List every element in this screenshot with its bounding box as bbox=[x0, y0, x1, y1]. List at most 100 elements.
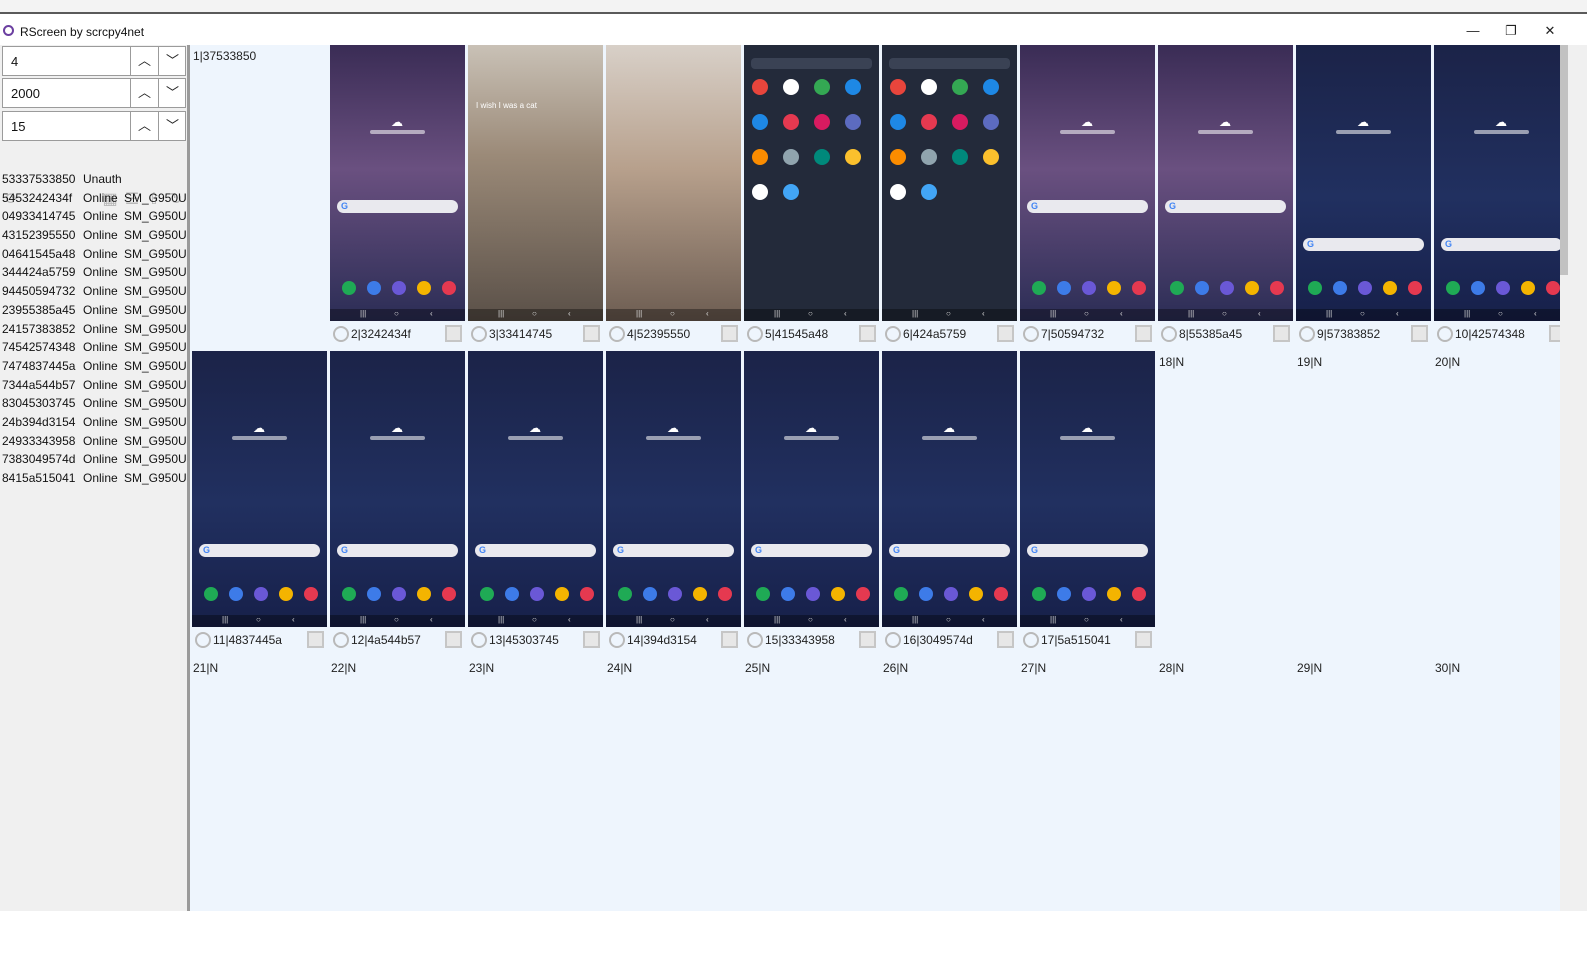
nav-button[interactable]: ‹ bbox=[1534, 309, 1537, 318]
device-cell[interactable]: 30|N bbox=[1433, 657, 1570, 963]
expand-icon[interactable] bbox=[997, 631, 1014, 648]
nav-button[interactable]: ||| bbox=[636, 309, 642, 318]
rotate-screen-icon[interactable] bbox=[747, 632, 763, 648]
app-icon[interactable] bbox=[783, 149, 799, 165]
app-icon[interactable] bbox=[417, 587, 431, 601]
app-icon[interactable] bbox=[1170, 281, 1184, 295]
nav-button[interactable]: ○ bbox=[946, 309, 951, 318]
rotate-screen-icon[interactable] bbox=[1161, 326, 1177, 342]
device-cell[interactable]: 29|N bbox=[1295, 657, 1432, 963]
device-row[interactable]: 04641545a48 Online SM_G950U bbox=[2, 246, 187, 265]
nav-button[interactable]: ||| bbox=[498, 309, 504, 318]
rotate-screen-icon[interactable] bbox=[333, 326, 349, 342]
nav-button[interactable]: ||| bbox=[360, 309, 366, 318]
nav-button[interactable]: ‹ bbox=[1120, 615, 1123, 624]
device-row[interactable]: 344424a5759 Online SM_G950U bbox=[2, 264, 187, 283]
app-icon[interactable] bbox=[752, 114, 768, 130]
spinbox-1-value[interactable]: 4 bbox=[11, 54, 18, 69]
app-icon[interactable] bbox=[342, 281, 356, 295]
device-cell[interactable]: ☁ G ||| ○ ‹ 15|33343958 bbox=[743, 351, 880, 657]
device-cell[interactable]: 20|N bbox=[1433, 351, 1570, 657]
app-icon[interactable] bbox=[983, 79, 999, 95]
device-row[interactable]: 24933343958 Online SM_G950U bbox=[2, 433, 187, 452]
device-row[interactable]: 94450594732 Online SM_G950U bbox=[2, 283, 187, 302]
app-icon[interactable] bbox=[1471, 281, 1485, 295]
nav-button[interactable]: ||| bbox=[1050, 615, 1056, 624]
device-screen[interactable]: ☁ G ||| ○ ‹ bbox=[882, 351, 1017, 627]
rotate-screen-icon[interactable] bbox=[471, 632, 487, 648]
nav-button[interactable]: ○ bbox=[394, 309, 399, 318]
device-screen[interactable]: ☁ G ||| ○ ‹ bbox=[1434, 45, 1569, 321]
rotate-screen-icon[interactable] bbox=[1437, 326, 1453, 342]
device-cell[interactable]: ||| ○ ‹ 5|41545a48 bbox=[743, 45, 880, 351]
expand-icon[interactable] bbox=[1135, 631, 1152, 648]
app-icon[interactable] bbox=[806, 587, 820, 601]
device-cell[interactable]: ☁ G ||| ○ ‹ 7|50594732 bbox=[1019, 45, 1156, 351]
expand-icon[interactable] bbox=[583, 631, 600, 648]
app-icon[interactable] bbox=[845, 114, 861, 130]
chevron-up-icon[interactable]: ︿ bbox=[130, 112, 158, 140]
app-icon[interactable] bbox=[752, 184, 768, 200]
app-icon[interactable] bbox=[983, 114, 999, 130]
app-icon[interactable] bbox=[1521, 281, 1535, 295]
nav-button[interactable]: ||| bbox=[222, 615, 228, 624]
app-icon[interactable] bbox=[1496, 281, 1510, 295]
app-icon[interactable] bbox=[890, 114, 906, 130]
app-icon[interactable] bbox=[279, 587, 293, 601]
expand-icon[interactable] bbox=[445, 325, 462, 342]
expand-icon[interactable] bbox=[583, 325, 600, 342]
app-icon[interactable] bbox=[1546, 281, 1560, 295]
expand-icon[interactable] bbox=[721, 631, 738, 648]
expand-icon[interactable] bbox=[445, 631, 462, 648]
device-cell[interactable]: ☁ G ||| ○ ‹ 16|3049574d bbox=[881, 351, 1018, 657]
app-icon[interactable] bbox=[1308, 281, 1322, 295]
device-cell[interactable]: ||| ○ ‹ 4|52395550 bbox=[605, 45, 742, 351]
app-icon[interactable] bbox=[1408, 281, 1422, 295]
device-row[interactable]: 43152395550 Online SM_G950U bbox=[2, 227, 187, 246]
app-icon[interactable] bbox=[254, 587, 268, 601]
app-icon[interactable] bbox=[1107, 281, 1121, 295]
nav-button[interactable]: ‹ bbox=[706, 309, 709, 318]
app-icon[interactable] bbox=[856, 587, 870, 601]
nav-button[interactable]: ‹ bbox=[292, 615, 295, 624]
chevron-up-icon[interactable]: ︿ bbox=[130, 47, 158, 75]
device-screen[interactable]: ||| ○ ‹ bbox=[882, 45, 1017, 321]
app-icon[interactable] bbox=[1446, 281, 1460, 295]
app-icon[interactable] bbox=[668, 587, 682, 601]
nav-button[interactable]: ‹ bbox=[1120, 309, 1123, 318]
app-icon[interactable] bbox=[1333, 281, 1347, 295]
app-icon[interactable] bbox=[952, 114, 968, 130]
device-screen[interactable]: ☁ G ||| ○ ‹ bbox=[1158, 45, 1293, 321]
app-icon[interactable] bbox=[442, 587, 456, 601]
google-search-bar[interactable]: G bbox=[199, 544, 320, 557]
app-icon[interactable] bbox=[618, 587, 632, 601]
app-icon[interactable] bbox=[994, 587, 1008, 601]
google-search-bar[interactable]: G bbox=[751, 544, 872, 557]
device-screen[interactable]: I wish I was a cat ||| ○ ‹ bbox=[468, 45, 603, 321]
device-screen[interactable]: ☁ G ||| ○ ‹ bbox=[606, 351, 741, 627]
expand-icon[interactable] bbox=[721, 325, 738, 342]
spinbox-3[interactable]: 15 ︿ ﹀ bbox=[2, 111, 186, 141]
app-search-bar[interactable] bbox=[751, 58, 872, 69]
device-cell[interactable]: ☁ G ||| ○ ‹ 14|394d3154 bbox=[605, 351, 742, 657]
app-icon[interactable] bbox=[890, 149, 906, 165]
device-cell[interactable]: ☁ G ||| ○ ‹ 2|3242434f bbox=[329, 45, 466, 351]
rotate-screen-icon[interactable] bbox=[1299, 326, 1315, 342]
app-icon[interactable] bbox=[783, 79, 799, 95]
nav-button[interactable]: ‹ bbox=[568, 615, 571, 624]
app-icon[interactable] bbox=[718, 587, 732, 601]
nav-button[interactable]: ‹ bbox=[844, 309, 847, 318]
app-icon[interactable] bbox=[442, 281, 456, 295]
nav-button[interactable]: ○ bbox=[532, 615, 537, 624]
nav-button[interactable]: ||| bbox=[1326, 309, 1332, 318]
app-icon[interactable] bbox=[952, 149, 968, 165]
nav-button[interactable]: ||| bbox=[912, 615, 918, 624]
device-row[interactable]: 8415a515041 Online SM_G950U bbox=[2, 470, 187, 489]
google-search-bar[interactable]: G bbox=[1165, 200, 1286, 213]
google-search-bar[interactable]: G bbox=[337, 544, 458, 557]
spinbox-2-value[interactable]: 2000 bbox=[11, 86, 40, 101]
app-icon[interactable] bbox=[367, 587, 381, 601]
nav-button[interactable]: ○ bbox=[1084, 309, 1089, 318]
device-cell[interactable]: 24|N bbox=[605, 657, 742, 963]
nav-button[interactable]: ‹ bbox=[706, 615, 709, 624]
